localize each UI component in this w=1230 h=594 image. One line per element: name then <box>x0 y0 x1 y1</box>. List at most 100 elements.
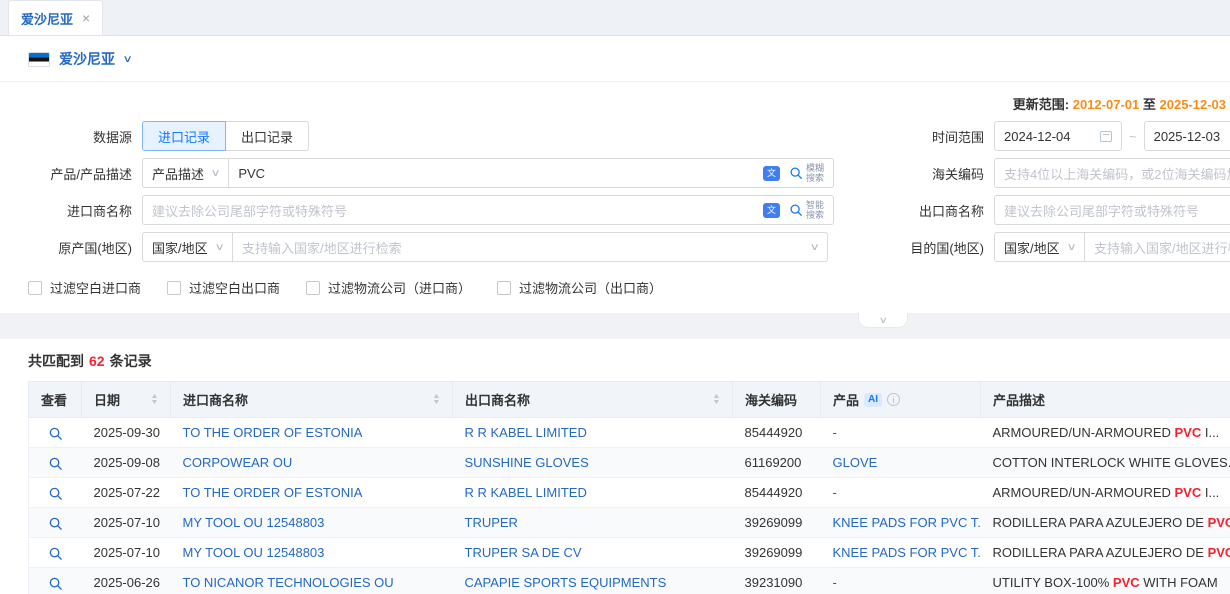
destination-input[interactable]: 支持输入国家/地区进行检索 <box>1084 232 1230 262</box>
product-type-select[interactable]: 产品描述 ∨ <box>142 158 229 188</box>
destination-type-value: 国家/地区 <box>1004 238 1060 257</box>
product-input[interactable]: PVC 文 模糊搜索 <box>228 158 834 188</box>
tab-bar: 爱沙尼亚 × <box>0 0 1230 36</box>
date-to-input[interactable]: 2025-12-03 <box>1144 121 1230 151</box>
exporter-link[interactable]: SUNSHINE GLOVES <box>453 448 733 478</box>
product-cell[interactable]: KNEE PADS FOR PVC T... <box>821 508 981 538</box>
hs-code-cell: 39269099 <box>733 508 821 538</box>
summary-suffix: 条记录 <box>110 353 152 369</box>
column-header-5: 产品AIi <box>821 382 981 418</box>
view-button[interactable] <box>29 568 82 594</box>
import-records-tab[interactable]: 进口记录 <box>142 121 226 151</box>
hs-code-cell: 85444920 <box>733 418 821 448</box>
filter-checkbox-row: 过滤空白进口商 过滤空白出口商 过滤物流公司（进口商） 过滤物流公司（出口商） <box>28 278 1230 297</box>
exporter-link[interactable]: CAPAPIE SPORTS EQUIPMENTS <box>453 568 733 594</box>
update-range: 更新范围: 2012-07-01 至 2025-12-03 <box>0 86 1230 121</box>
importer-input[interactable]: 建议去除公司尾部字符或特殊符号 文 智能搜索 <box>142 195 834 225</box>
view-button[interactable] <box>29 478 82 508</box>
checkbox-label: 过滤空白出口商 <box>189 278 280 297</box>
filter-checkbox[interactable]: 过滤空白进口商 <box>28 278 141 297</box>
results-summary: 共匹配到62条记录 <box>28 351 1230 371</box>
importer-link[interactable]: TO THE ORDER OF ESTONIA <box>171 418 453 448</box>
product-cell[interactable]: GLOVE <box>821 448 981 478</box>
importer-link[interactable]: MY TOOL OU 12548803 <box>171 538 453 568</box>
date-cell: 2025-06-26 <box>82 568 171 594</box>
view-button[interactable] <box>29 418 82 448</box>
smart-search-button[interactable]: 智能搜索 <box>789 200 824 220</box>
column-header-0: 查看 <box>29 382 82 418</box>
results-panel: 共匹配到62条记录 查看日期▲▼进口商名称▲▼出口商名称▲▼海关编码产品AIi产… <box>0 339 1230 594</box>
export-records-tab[interactable]: 出口记录 <box>225 121 309 151</box>
hs-code-cell: 39231090 <box>733 568 821 594</box>
product-cell: - <box>821 418 981 448</box>
info-icon[interactable]: i <box>887 393 900 406</box>
table-row: 2025-06-26TO NICANOR TECHNOLOGIES OUCAPA… <box>29 568 1230 594</box>
filter-checkbox[interactable]: 过滤物流公司（出口商） <box>497 278 662 297</box>
column-header-3[interactable]: 出口商名称▲▼ <box>453 382 733 418</box>
product-desc-cell: RODILLERA PARA AZULEJERO DE PVC <box>981 508 1230 538</box>
filter-checkbox[interactable]: 过滤空白出口商 <box>167 278 280 297</box>
product-input-value: PVC <box>238 166 265 181</box>
chevron-icon: ∨ <box>878 315 887 326</box>
exporter-label: 出口商名称 <box>834 201 994 220</box>
update-to-word: 至 <box>1143 97 1156 112</box>
date-from-input[interactable]: 2024-12-04 <box>994 121 1122 151</box>
product-cell[interactable]: KNEE PADS FOR PVC T... <box>821 538 981 568</box>
sort-icon[interactable]: ▲▼ <box>713 394 720 406</box>
date-cell: 2025-07-10 <box>82 538 171 568</box>
sort-icon[interactable]: ▲▼ <box>151 394 158 406</box>
importer-link[interactable]: TO THE ORDER OF ESTONIA <box>171 478 453 508</box>
filter-row-importer: 进口商名称 建议去除公司尾部字符或特殊符号 文 智能搜索 出口商名称 建议去除公… <box>0 195 1230 225</box>
origin-type-select[interactable]: 国家/地区 ∨ <box>142 232 233 262</box>
tab-estonia[interactable]: 爱沙尼亚 × <box>8 0 103 35</box>
destination-label: 目的国(地区) <box>834 238 994 257</box>
collapse-filters-button[interactable]: ∨ <box>858 313 908 328</box>
product-desc-cell: COTTON INTERLOCK WHITE GLOVES... <box>981 448 1230 478</box>
column-header-1[interactable]: 日期▲▼ <box>82 382 171 418</box>
translate-icon[interactable]: 文 <box>763 203 780 218</box>
results-table-wrap: 查看日期▲▼进口商名称▲▼出口商名称▲▼海关编码产品AIi产品描述 2025-0… <box>28 381 1230 594</box>
destination-type-select[interactable]: 国家/地区 ∨ <box>994 232 1085 262</box>
country-chevron-down-icon[interactable]: ∨ <box>123 54 133 65</box>
importer-link[interactable]: CORPOWEAR OU <box>171 448 453 478</box>
view-button[interactable] <box>29 538 82 568</box>
data-source-label: 数据源 <box>0 127 142 146</box>
checkbox-box-icon[interactable] <box>167 281 181 295</box>
column-header-2[interactable]: 进口商名称▲▼ <box>171 382 453 418</box>
checkbox-box-icon[interactable] <box>497 281 511 295</box>
checkbox-box-icon[interactable] <box>306 281 320 295</box>
exporter-link[interactable]: TRUPER SA DE CV <box>453 538 733 568</box>
checkbox-box-icon[interactable] <box>28 281 42 295</box>
date-from-value: 2024-12-04 <box>1004 129 1071 144</box>
view-button[interactable] <box>29 508 82 538</box>
hs-code-input[interactable]: 支持4位以上海关编码，或2位海关编码加上 <box>994 158 1230 188</box>
country-name[interactable]: 爱沙尼亚 <box>59 49 115 69</box>
exporter-link[interactable]: TRUPER <box>453 508 733 538</box>
importer-placeholder: 建议去除公司尾部字符或特殊符号 <box>152 201 347 220</box>
column-header-6: 产品描述 <box>981 382 1230 418</box>
view-magnifier-icon <box>48 576 63 591</box>
translate-icon[interactable]: 文 <box>763 166 780 181</box>
date-cell: 2025-09-30 <box>82 418 171 448</box>
view-button[interactable] <box>29 448 82 478</box>
filter-panel: 更新范围: 2012-07-01 至 2025-12-03 数据源 进口记录 出… <box>0 82 1230 313</box>
exporter-input[interactable]: 建议去除公司尾部字符或特殊符号 <box>994 195 1230 225</box>
fuzzy-search-button[interactable]: 模糊搜索 <box>789 163 824 183</box>
update-range-label: 更新范围: <box>1013 97 1069 112</box>
origin-input[interactable]: 支持输入国家/地区进行检索 ∨ <box>232 232 828 262</box>
view-magnifier-icon <box>48 516 63 531</box>
date-cell: 2025-07-22 <box>82 478 171 508</box>
checkbox-label: 过滤空白进口商 <box>50 278 141 297</box>
importer-link[interactable]: MY TOOL OU 12548803 <box>171 508 453 538</box>
filter-checkbox[interactable]: 过滤物流公司（进口商） <box>306 278 471 297</box>
chevron-down-icon: ∨ <box>214 242 224 253</box>
table-row: 2025-09-08CORPOWEAR OUSUNSHINE GLOVES611… <box>29 448 1230 478</box>
exporter-link[interactable]: R R KABEL LIMITED <box>453 418 733 448</box>
importer-link[interactable]: TO NICANOR TECHNOLOGIES OU <box>171 568 453 594</box>
tab-close-icon[interactable]: × <box>82 11 90 25</box>
filter-row-datasource: 数据源 进口记录 出口记录 时间范围 2024-12-04 ~ 2025-12-… <box>0 121 1230 151</box>
exporter-link[interactable]: R R KABEL LIMITED <box>453 478 733 508</box>
update-from-date: 2012-07-01 <box>1073 97 1140 112</box>
hs-code-cell: 39269099 <box>733 538 821 568</box>
sort-icon[interactable]: ▲▼ <box>433 394 440 406</box>
